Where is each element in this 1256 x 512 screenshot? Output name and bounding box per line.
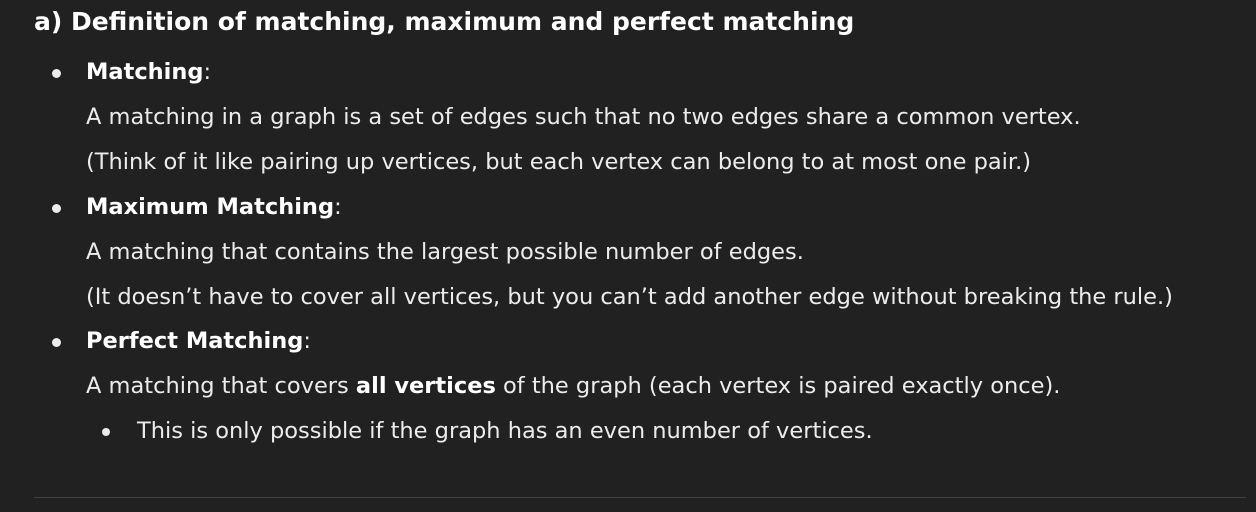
definition-text: A matching that contains the largest pos…	[86, 239, 804, 265]
bullet-icon	[52, 338, 61, 347]
term-colon: :	[203, 59, 212, 85]
term-maximum-matching: Maximum Matching:	[86, 192, 342, 222]
definition-note: (Think of it like pairing up vertices, b…	[86, 149, 1032, 175]
bullet-icon	[52, 69, 61, 78]
term-matching: Matching:	[86, 57, 211, 87]
term-label: Matching	[86, 59, 204, 85]
definition-text: A matching in a graph is a set of edges …	[86, 104, 1081, 130]
term-label: Maximum Matching	[86, 194, 335, 220]
bullet-icon	[52, 204, 61, 213]
definition-text: A matching that covers all vertices of t…	[86, 371, 1060, 401]
section-heading: a) Definition of matching, maximum and p…	[34, 7, 855, 36]
definition-note: (It doesn’t have to cover all vertices, …	[86, 284, 1173, 310]
term-label: Perfect Matching	[86, 328, 304, 354]
definition-emphasis: all vertices	[355, 373, 496, 399]
sub-bullet-icon	[102, 428, 110, 436]
term-perfect-matching: Perfect Matching:	[86, 326, 311, 356]
sub-item-text: This is only possible if the graph has a…	[137, 418, 873, 444]
term-colon: :	[334, 194, 342, 220]
definition-text-end: of the graph (each vertex is paired exac…	[495, 373, 1061, 399]
section-divider	[34, 497, 1246, 498]
definition-text-start: A matching that covers	[86, 373, 356, 399]
term-colon: :	[303, 328, 311, 354]
